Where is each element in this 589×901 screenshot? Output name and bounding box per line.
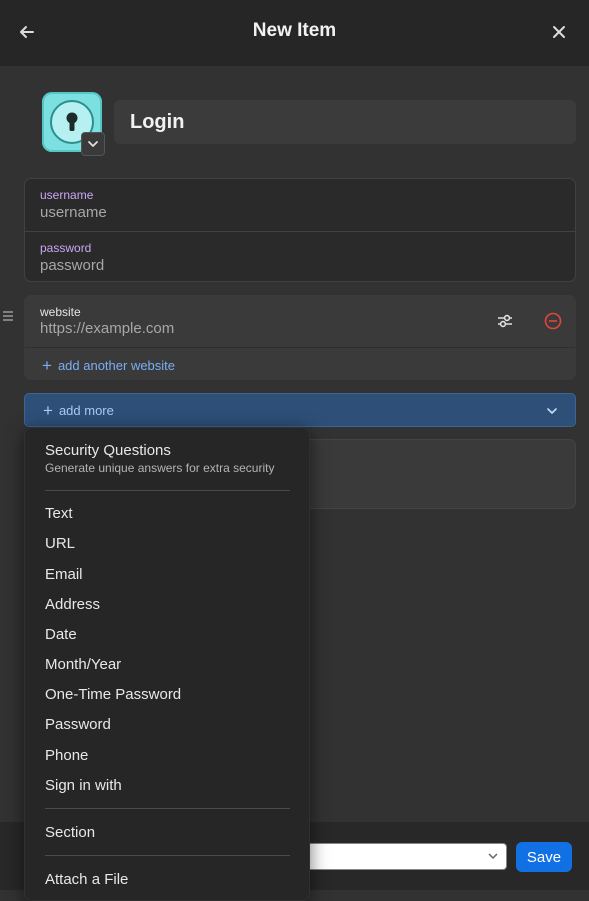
menu-divider: [45, 490, 290, 491]
menu-item-security-questions[interactable]: Security Questions: [45, 442, 295, 459]
chevron-down-icon: [88, 141, 98, 147]
password-input[interactable]: password: [40, 257, 104, 274]
menu-item-password[interactable]: Password: [45, 716, 111, 733]
menu-item-address[interactable]: Address: [45, 596, 100, 613]
header: New Item: [0, 0, 589, 66]
sliders-icon[interactable]: [495, 311, 515, 331]
menu-item-url[interactable]: URL: [45, 535, 75, 552]
username-input[interactable]: username: [40, 204, 107, 221]
item-title-input[interactable]: [114, 100, 576, 144]
security-questions-label: Security Questions: [45, 442, 171, 459]
remove-circle-icon[interactable]: [543, 311, 563, 331]
menu-item-sign-in-with[interactable]: Sign in with: [45, 777, 122, 794]
menu-item-text[interactable]: Text: [45, 505, 73, 522]
menu-divider: [45, 808, 290, 809]
divider: [25, 347, 575, 348]
username-field[interactable]: username username: [25, 179, 575, 231]
save-button[interactable]: Save: [516, 842, 572, 872]
plus-icon: +: [42, 356, 52, 375]
plus-icon: +: [43, 401, 53, 420]
add-more-button[interactable]: + add more: [24, 393, 576, 427]
menu-item-phone[interactable]: Phone: [45, 747, 88, 764]
password-label: password: [40, 241, 92, 255]
page-title: New Item: [252, 20, 337, 41]
website-input[interactable]: https://example.com: [40, 320, 174, 337]
add-more-label-group: + add more: [43, 401, 114, 420]
drag-handle-icon[interactable]: [2, 310, 14, 322]
close-icon[interactable]: [548, 21, 570, 43]
menu-item-attach-file[interactable]: Attach a File: [45, 871, 128, 888]
menu-item-email[interactable]: Email: [45, 566, 83, 583]
menu-item-one-time-password[interactable]: One-Time Password: [45, 686, 181, 703]
add-another-website-button[interactable]: + add another website: [42, 356, 176, 375]
icon-picker-button[interactable]: [81, 132, 105, 156]
menu-divider: [45, 855, 290, 856]
chevron-down-icon: [547, 408, 557, 414]
credentials-card: username username password password: [24, 178, 576, 282]
vault-select[interactable]: [305, 843, 507, 870]
add-another-website-label: add another website: [57, 358, 176, 373]
menu-item-date[interactable]: Date: [45, 626, 77, 643]
security-questions-description: Generate unique answers for extra securi…: [45, 461, 275, 475]
add-more-menu: Security Questions Generate unique answe…: [24, 427, 310, 901]
username-label: username: [40, 188, 94, 202]
website-card: website https://example.com + add anothe…: [24, 295, 576, 380]
menu-item-month-year[interactable]: Month/Year: [45, 656, 121, 673]
menu-item-section[interactable]: Section: [45, 824, 95, 841]
website-label: website: [40, 305, 81, 319]
password-field[interactable]: password password: [25, 231, 575, 283]
add-more-label: add more: [58, 403, 114, 418]
chevron-down-icon: [488, 853, 498, 860]
